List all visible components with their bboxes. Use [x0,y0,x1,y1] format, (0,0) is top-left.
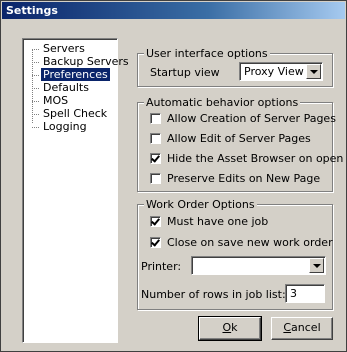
cancel-button-label: ancel [291,321,321,334]
checkbox-box-checked[interactable] [150,237,161,248]
checkbox-box-checked[interactable] [150,153,161,164]
checkbox-box[interactable] [150,113,161,124]
settings-tree[interactable]: Servers Backup Servers Preferences Defau… [22,38,129,343]
ui-options-group: User interface options Startup view Prox… [137,47,333,87]
printer-select[interactable] [191,256,326,275]
ui-options-title: User interface options [144,47,270,60]
tree-item-label: Preferences [41,68,110,81]
checkbox-label: Preserve Edits on New Page [167,172,321,185]
checkbox-box[interactable] [150,133,161,144]
checkbox-label: Close on save new work order [167,236,333,249]
window-title: Settings [2,2,345,19]
allow-create-server-pages-checkbox[interactable]: Allow Creation of Server Pages [150,112,336,125]
checkbox-label: Hide the Asset Browser on open [167,152,344,165]
tree-item-preferences[interactable]: Preferences [32,68,110,81]
checkbox-label: Allow Edit of Server Pages [167,132,311,145]
tree-item-label: Logging [43,120,87,133]
tree-branch-icon [32,48,39,50]
tree-item-label: Spell Check [43,107,108,120]
tree-item-backup-servers[interactable]: Backup Servers [32,55,131,68]
auto-options-group: Automatic behavior options Allow Creatio… [137,96,343,192]
close-on-save-checkbox[interactable]: Close on save new work order [150,236,333,249]
checkbox-label: Allow Creation of Server Pages [167,112,336,125]
chevron-down-icon[interactable] [306,64,321,79]
work-order-group: Work Order Options Must have one job Clo… [137,198,333,310]
tree-branch-icon [32,61,39,63]
tree-item-mos[interactable]: MOS [32,94,70,107]
must-have-one-job-checkbox[interactable]: Must have one job [150,215,268,228]
startup-view-select[interactable]: Proxy View [239,62,323,81]
tree-item-servers[interactable]: Servers [32,42,87,55]
tree-item-label: MOS [43,94,69,107]
rows-in-job-list-input[interactable]: 3 [285,284,325,303]
ok-button[interactable]: Ok [198,316,262,341]
checkbox-label: Must have one job [167,215,269,228]
ok-button-mnemonic: O [222,321,232,334]
cancel-button[interactable]: Cancel [271,317,333,340]
startup-view-value: Proxy View [244,65,304,78]
printer-label: Printer: [141,260,182,273]
auto-options-title: Automatic behavior options [144,96,301,109]
tree-item-defaults[interactable]: Defaults [32,81,91,94]
tree-branch-icon [32,87,39,89]
work-order-title: Work Order Options [144,198,257,211]
ok-button-label: k [231,321,238,334]
settings-window: Settings Servers Backup Servers Preferen… [0,0,347,352]
checkbox-box-checked[interactable] [150,216,161,227]
rows-in-job-list-label: Number of rows in job list: [141,288,286,301]
hide-asset-browser-checkbox[interactable]: Hide the Asset Browser on open [150,152,343,165]
tree-branch-icon [32,113,39,115]
tree-item-logging[interactable]: Logging [32,120,89,133]
tree-branch-icon [32,74,39,76]
allow-edit-server-pages-checkbox[interactable]: Allow Edit of Server Pages [150,132,311,145]
startup-view-label: Startup view [150,66,220,79]
cancel-button-mnemonic: C [283,321,292,334]
tree-item-spell-check[interactable]: Spell Check [32,107,109,120]
tree-item-label: Servers [43,42,85,55]
chevron-down-icon[interactable] [309,258,324,273]
tree-item-label: Backup Servers [43,55,129,68]
tree-branch-icon [32,100,39,102]
checkbox-box[interactable] [150,173,161,184]
preserve-edits-checkbox[interactable]: Preserve Edits on New Page [150,172,320,185]
tree-item-label: Defaults [43,81,89,94]
tree-branch-icon [32,126,39,128]
